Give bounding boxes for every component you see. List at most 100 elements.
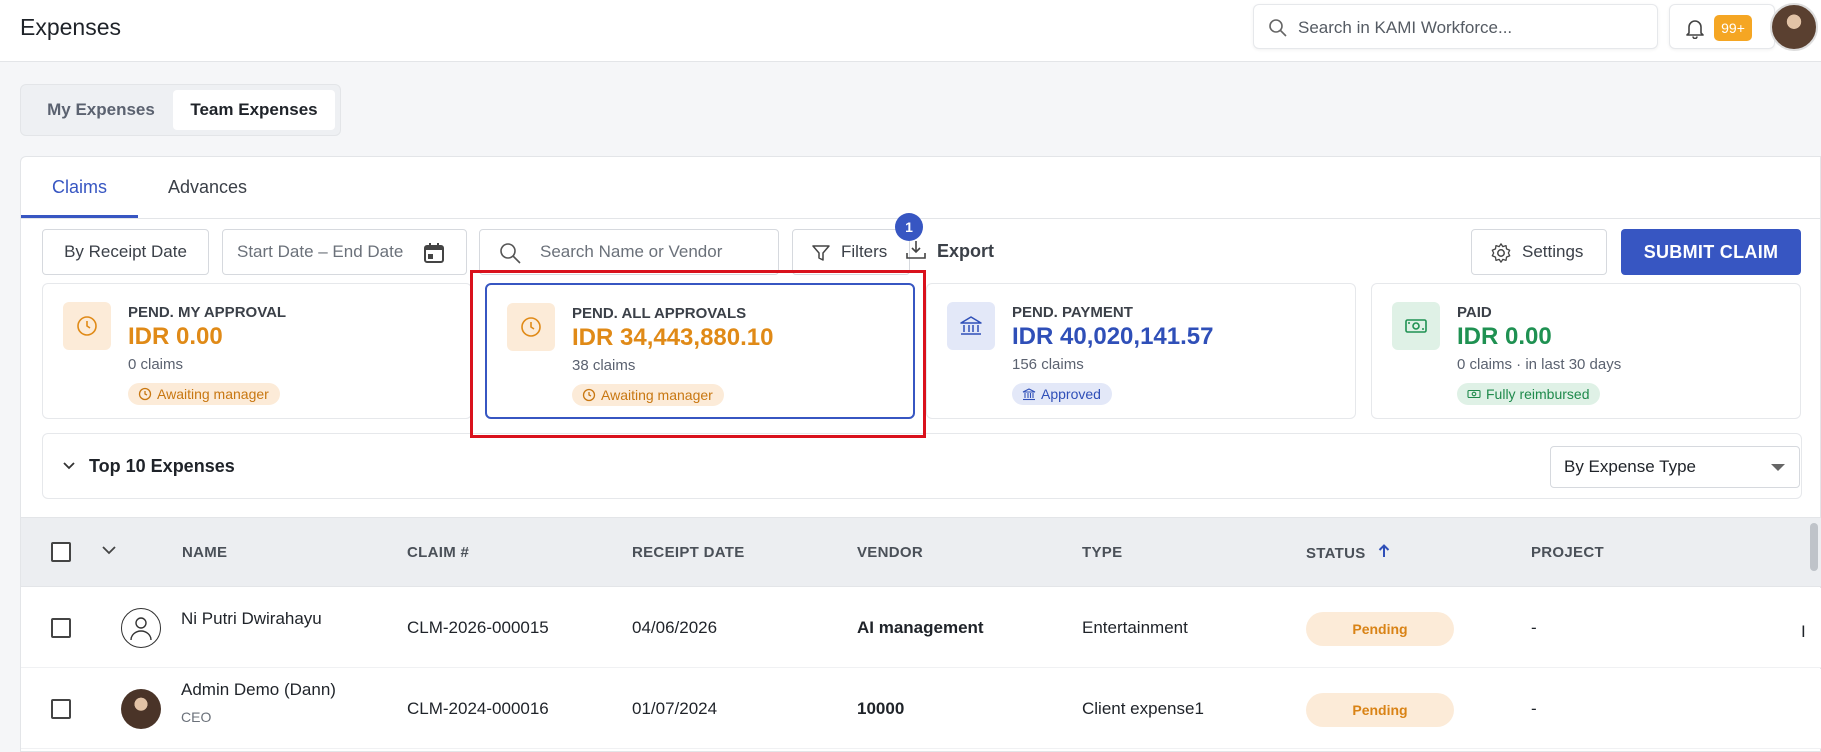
expense-type-select[interactable]: By Expense Type [1550,446,1800,488]
filter-count-badge: 1 [895,213,923,241]
active-tab-indicator [21,215,138,218]
chip-label: Awaiting manager [157,386,269,402]
submit-claim-button[interactable]: SUBMIT CLAIM [1621,229,1801,275]
clock-icon [521,317,541,337]
receipt-date: 01/07/2024 [632,699,718,718]
search-icon [1269,19,1287,37]
card-icon-box [947,302,995,350]
project: - [1531,699,1537,718]
card-label: PEND. MY APPROVAL [128,304,287,321]
filters-label: Filters [841,242,888,261]
card-icon-box [63,302,111,350]
my-expenses-tab[interactable]: My Expenses [27,90,175,130]
by-receipt-date-button[interactable]: By Receipt Date [42,229,209,275]
settings-button[interactable]: Settings [1471,229,1607,275]
chip-label: Awaiting manager [601,387,713,403]
cash-icon [1405,319,1427,333]
filters-button[interactable]: Filters [792,229,910,275]
top-10-expenses-section: Top 10 Expenses By Expense Type [42,433,1802,499]
table-row[interactable]: Ni Putri Dwirahayu CLM-2026-000015 04/06… [21,588,1821,668]
column-header-vendor[interactable]: VENDOR [857,544,923,561]
card-label: PEND. ALL APPROVALS [572,305,747,322]
stat-card-pending-all-approvals[interactable]: PEND. ALL APPROVALS IDR 34,443,880.10 38… [485,283,915,419]
chevron-down-icon[interactable] [61,458,77,474]
chevron-down-icon[interactable] [100,541,118,559]
vertical-scrollbar[interactable] [1810,523,1818,571]
card-amount: IDR 0.00 [128,323,223,350]
notification-badge: 99+ [1714,15,1752,41]
clock-icon [77,316,97,336]
status-badge: Pending [1306,612,1454,646]
sort-ascending-icon [1378,544,1390,557]
expense-type: Entertainment [1082,618,1188,637]
status-chip: Approved [1012,383,1112,405]
column-header-receipt-date[interactable]: RECEIPT DATE [632,544,745,561]
claims-panel: Claims Advances By Receipt Date Start Da… [20,156,1821,752]
tab-claims[interactable]: Claims [52,177,107,198]
receipt-date: 04/06/2026 [632,618,718,637]
chip-label: Approved [1041,386,1101,402]
avatar [121,689,161,729]
user-avatar[interactable] [1770,3,1818,51]
card-label: PAID [1457,304,1492,321]
chip-label: Fully reimbursed [1486,386,1590,402]
export-button[interactable]: Export [906,241,995,262]
card-count: 156 claims [1012,356,1084,373]
vendor-name: 10000 [857,699,905,718]
download-icon [906,241,926,259]
calendar-icon [424,243,444,263]
table-row[interactable]: Admin Demo (Dann) CEO CLM-2024-000016 01… [21,669,1821,749]
status-chip: Awaiting manager [128,383,280,405]
stat-card-pending-payment[interactable]: PEND. PAYMENT IDR 40,020,141.57 156 clai… [926,283,1356,419]
card-icon-box [507,303,555,351]
caret-down-icon [1771,464,1785,471]
avatar [121,608,161,648]
export-label: Export [937,241,995,261]
expense-type: Client expense1 [1082,699,1204,718]
employee-name: Admin Demo (Dann) [181,680,336,699]
vendor-name: AI management [857,618,984,637]
top-bar: Expenses Search in KAMI Workforce... 99+ [0,0,1821,62]
stat-card-pending-my-approval[interactable]: PEND. MY APPROVAL IDR 0.00 0 claims Awai… [42,283,472,419]
tab-advances[interactable]: Advances [168,177,247,198]
page-title: Expenses [20,14,122,40]
claim-number: CLM-2026-000015 [407,618,549,637]
status-chip: Fully reimbursed [1457,383,1601,405]
team-expenses-tab[interactable]: Team Expenses [173,90,335,130]
row-checkbox[interactable] [51,618,71,638]
search-vendor-placeholder: Search Name or Vendor [540,242,723,261]
card-amount: IDR 40,020,141.57 [1012,323,1214,350]
column-header-status[interactable]: STATUS [1306,544,1390,562]
card-icon-box [1392,302,1440,350]
status-badge: Pending [1306,693,1454,727]
card-amount: IDR 0.00 [1457,323,1552,350]
card-count: 0 claims [128,356,184,373]
column-header-name[interactable]: NAME [182,544,227,561]
search-name-vendor-input[interactable]: Search Name or Vendor [479,229,779,275]
status-chip: Awaiting manager [572,384,724,406]
stat-card-paid[interactable]: PAID IDR 0.00 0 claims · in last 30 days… [1371,283,1801,419]
cash-icon [1467,389,1481,399]
status-header-label: STATUS [1306,545,1366,562]
employee-name: Ni Putri Dwirahayu [181,609,322,628]
truncated-column-value: I [1801,622,1806,641]
card-count: 38 claims [572,357,636,374]
tab-bar: Claims Advances [21,157,1820,219]
select-all-checkbox[interactable] [51,542,71,562]
gear-icon [1491,243,1511,263]
expense-type-value: By Expense Type [1564,457,1696,476]
date-range-input[interactable]: Start Date – End Date [222,229,467,275]
top-10-title[interactable]: Top 10 Expenses [89,456,235,477]
row-checkbox[interactable] [51,699,71,719]
filter-icon [812,245,830,261]
expense-scope-toggle: My Expenses Team Expenses [20,84,341,136]
card-count: 0 claims · in last 30 days [1457,356,1622,373]
date-range-placeholder: Start Date – End Date [237,242,404,261]
bank-icon [960,316,982,335]
column-header-type[interactable]: TYPE [1082,544,1122,561]
notification-button[interactable]: 99+ [1669,4,1775,49]
column-header-project[interactable]: PROJECT [1531,544,1604,561]
column-header-claim[interactable]: CLAIM # [407,544,469,561]
global-search-input[interactable]: Search in KAMI Workforce... [1253,4,1658,49]
clock-icon [138,387,152,401]
